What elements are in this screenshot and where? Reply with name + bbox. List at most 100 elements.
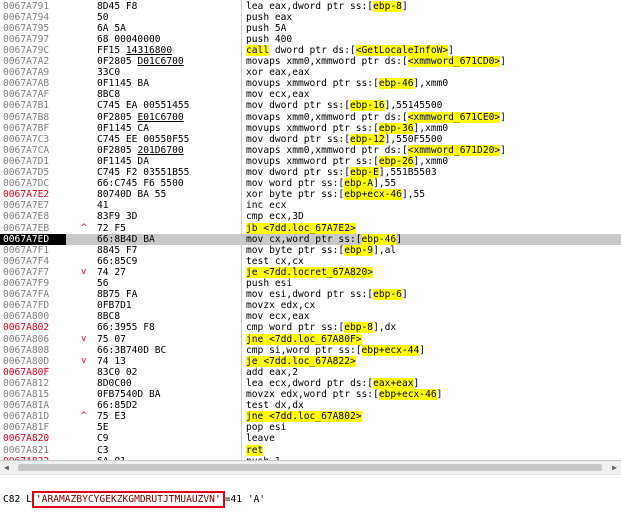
instruction-cell: movzx edx,word ptr ss:[ebp+ecx-46]	[246, 389, 442, 400]
instruction-cell: xor eax,eax	[246, 67, 310, 78]
disasm-row[interactable]: 0067A802 66:3955 F8 cmp word ptr ss:[ebp-8…	[0, 322, 621, 334]
instruction-cell: movzx edx,cx	[246, 300, 315, 311]
instruction-text: ]	[500, 56, 506, 67]
bytes-segment: 50	[97, 11, 109, 23]
disasm-row[interactable]: 0067A7C3 C745 EE 00550F55 mov dword ptr ss…	[0, 133, 621, 145]
disasm-row[interactable]: 0067A821 C3 ret	[0, 444, 621, 456]
instruction-text: push eax	[246, 11, 293, 23]
address-cell: 0067A81D	[3, 411, 50, 423]
disasm-row[interactable]: 0067A7A9 33C0 xor eax,eax	[0, 67, 621, 78]
scroll-left-icon[interactable]: ◀	[4, 463, 9, 472]
bytes-segment: 0F2805	[97, 111, 138, 123]
disasm-row[interactable]: 0067A7B1 C745 EA 00551455 mov dword ptr ss…	[0, 100, 621, 112]
instruction-cell: movaps xmm0,xmmword ptr ds:[<xmmword_671…	[246, 56, 506, 67]
instruction-operand-highlight: ebp+ecx-46	[344, 189, 402, 201]
scrollbar-thumb[interactable]	[18, 464, 602, 471]
disasm-row[interactable]: 0067A7D5 C745 F2 03551B55 mov dword ptr ss…	[0, 167, 621, 178]
scroll-right-icon[interactable]: ▶	[612, 463, 617, 472]
instruction-text: ]	[436, 389, 443, 400]
instruction-text: movzx edx,word ptr ss:[	[246, 389, 379, 400]
bytes-segment: 8D45 F8	[97, 0, 138, 12]
disasm-row[interactable]: 0067A7FA 8B75 FA mov esi,dword ptr ss:[ebp…	[0, 289, 621, 301]
jump-down-arrow-icon: v	[81, 266, 87, 277]
bytes-cell: 75 E3	[97, 411, 237, 422]
disasm-row[interactable]: 0067A815 0FB7540D BA movzx edx,word ptr ss…	[0, 389, 621, 400]
disasm-row[interactable]: 0067A80F 83C0 02 add eax,2	[0, 367, 621, 378]
disasm-row[interactable]: 0067A795 6A 5A push 5A	[0, 23, 621, 34]
bytes-segment: 8B75 FA	[97, 289, 138, 301]
disasm-row[interactable]: 0067A81D ^ 75 E3 jne <7dd.loc_67A802>	[0, 411, 621, 423]
disasm-row[interactable]: 0067A81A 66:85D2 test dx,dx	[0, 400, 621, 411]
disasm-row[interactable]: 0067A7F1 8845 F7 mov byte ptr ss:[ebp-9],a…	[0, 244, 621, 256]
instruction-operand-highlight: ebp-16	[349, 100, 385, 112]
disasm-row[interactable]: 0067A7DC 66:C745 F6 5500 mov word ptr ss:[…	[0, 178, 621, 190]
address-cell: 0067A7A2	[3, 56, 50, 67]
disasm-row[interactable]: 0067A7E8 83F9 3D cmp ecx,3D	[0, 211, 621, 222]
info-prefix: C82 L	[3, 494, 32, 505]
disasm-row[interactable]: 0067A7F7 v 74 27 je <7dd.locret_67A820>	[0, 266, 621, 278]
instruction-symbol: jb <7dd.loc_67A7E2>	[246, 222, 356, 234]
disasm-row[interactable]: 0067A7F9 56 push esi	[0, 278, 621, 289]
disasm-row[interactable]: 0067A7D1 0F1145 DA movups xmmword ptr ss:[…	[0, 155, 621, 167]
address-cell: 0067A808	[3, 344, 50, 356]
disasm-row[interactable]: 0067A7BF 0F1145 CA movups xmmword ptr ss:[…	[0, 122, 621, 134]
disasm-row[interactable]: 0067A7E7 41 inc ecx	[0, 200, 621, 211]
disasm-row[interactable]: 0067A7EB ^ 72 F5 jb <7dd.loc_67A7E2>	[0, 222, 621, 234]
address-cell: 0067A7FD	[3, 300, 50, 312]
disasm-row[interactable]: 0067A7A2 0F2805 D01C6700 movaps xmm0,xmmwo…	[0, 56, 621, 67]
bytes-cell: C745 F2 03551B55	[97, 167, 237, 178]
disasm-row[interactable]: 0067A820 C9 leave	[0, 433, 621, 444]
bytes-cell: 0FB7540D BA	[97, 389, 237, 400]
instruction-cell: xor byte ptr ss:[ebp+ecx-46],55	[246, 189, 425, 201]
disasm-row-selected[interactable]: 0067A7ED 66:8B4D BA mov cx,word ptr ss:[eb…	[0, 233, 621, 245]
address-cell: 0067A80F	[3, 366, 50, 378]
instruction-text: dword ptr ds:[	[269, 44, 356, 56]
disasm-row[interactable]: 0067A7F4 66:85C9 test cx,cx	[0, 256, 621, 267]
disasm-row[interactable]: 0067A797 68 00040000 push 400	[0, 34, 621, 45]
bytes-segment: C3	[97, 444, 109, 456]
bytes-segment: C745 EA 00551455	[97, 100, 190, 112]
string-quote-close: '	[214, 494, 221, 505]
disasm-row[interactable]: 0067A7CA 0F2805 201D6700 movaps xmm0,xmmwo…	[0, 144, 621, 156]
instruction-symbol: <xmmword_671CE0>	[407, 111, 501, 123]
bytes-cell: C3	[97, 445, 237, 456]
disasm-row[interactable]: 0067A7FD 0FB7D1 movzx edx,cx	[0, 300, 621, 311]
disasm-row[interactable]: 0067A79C FF15 14316800 call dword ptr ds:[…	[0, 44, 621, 56]
disasm-row[interactable]: 0067A81F 5E pop esi	[0, 422, 621, 433]
bytes-segment: 0F1145 BA	[97, 78, 149, 90]
bytes-cell: 72 F5	[97, 223, 237, 234]
instruction-cell: mov word ptr ss:[ebp-A],55	[246, 178, 396, 190]
disassembly-view[interactable]: 0067A791 8D45 F8 lea eax,dword ptr ss:[ebp…	[0, 0, 621, 460]
horizontal-scrollbar[interactable]: ◀ ▶	[0, 460, 621, 474]
instruction-operand-highlight: eax+eax	[373, 377, 414, 389]
disasm-row[interactable]: 0067A808 66:3B740D BC cmp si,word ptr ss:[…	[0, 344, 621, 356]
jump-up-arrow-icon: ^	[81, 222, 87, 233]
bytes-cell: 66:8B4D BA	[97, 234, 237, 245]
instruction-operand-highlight: ebp-46	[361, 233, 397, 245]
disasm-row[interactable]: 0067A7E2 80740D BA 55 xor byte ptr ss:[ebp…	[0, 189, 621, 201]
disasm-row[interactable]: 0067A7B8 0F2805 E01C6700 movaps xmm0,xmmwo…	[0, 111, 621, 123]
bytes-cell: 41	[97, 200, 237, 211]
disasm-row[interactable]: 0067A806 v 75 07 jne <7dd.loc_67A80F>	[0, 333, 621, 345]
disasm-row[interactable]: 0067A7AB 0F1145 BA movups xmmword ptr ss:[…	[0, 78, 621, 90]
disasm-row[interactable]: 0067A80D v 74 13 je <7dd.loc_67A822>	[0, 355, 621, 367]
bytes-segment: 66:C745 F6 5500	[97, 178, 184, 190]
address-cell: 0067A7F4	[3, 255, 50, 267]
disasm-row[interactable]: 0067A791 8D45 F8 lea eax,dword ptr ss:[ebp…	[0, 0, 621, 12]
disasm-row[interactable]: 0067A794 50 push eax	[0, 12, 621, 23]
address-cell: 0067A7B1	[3, 100, 50, 112]
instruction-cell: mov dword ptr ss:[ebp-E],551B5503	[246, 167, 437, 178]
instruction-text: ]	[401, 0, 408, 12]
instruction-symbol: jne <7dd.loc_67A80F>	[246, 333, 362, 345]
instruction-text: mov word ptr ss:[	[246, 178, 345, 190]
disasm-row[interactable]: 0067A7AF 8BC8 mov ecx,eax	[0, 89, 621, 100]
instruction-cell: lea eax,dword ptr ss:[ebp-8]	[246, 0, 408, 12]
instruction-symbol: call	[246, 44, 270, 56]
instruction-cell: leave	[246, 433, 275, 444]
disasm-row[interactable]: 0067A812 8D0C00 lea ecx,dword ptr ds:[eax+…	[0, 377, 621, 389]
instruction-cell: add eax,2	[246, 367, 298, 378]
disasm-row[interactable]: 0067A800 8BC8 mov ecx,eax	[0, 311, 621, 322]
address-cell: 0067A7DC	[3, 178, 50, 190]
bytes-segment: 201D6700	[137, 144, 184, 156]
instruction-text: cmp si,word ptr ss:[	[246, 344, 362, 356]
